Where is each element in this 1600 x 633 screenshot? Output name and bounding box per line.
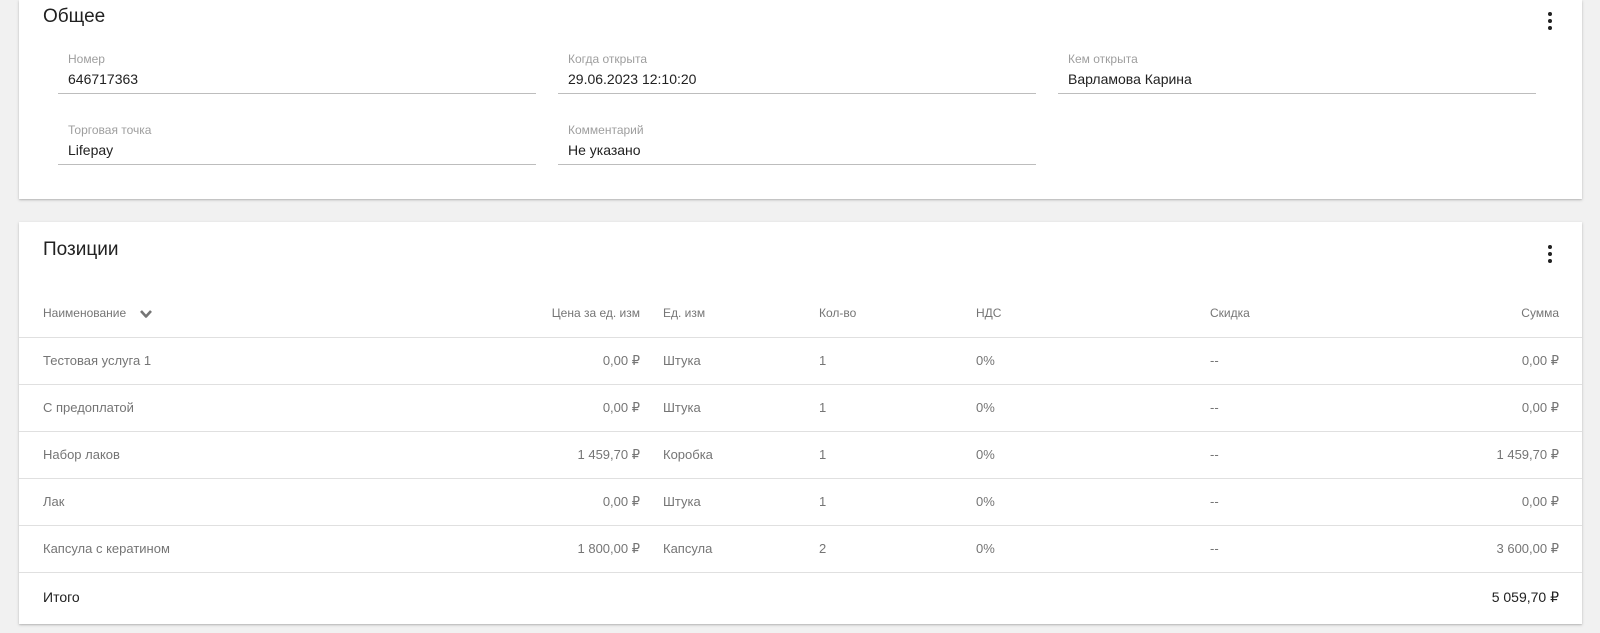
- cell-vat: 0%: [976, 478, 1210, 526]
- cell-discount: --: [1210, 478, 1410, 526]
- positions-table: Наименование Цена за ед. изм Ед. изм Кол…: [19, 290, 1582, 622]
- total-value: 5 059,70 ₽: [1491, 588, 1559, 605]
- column-header-qty: Кол-во: [819, 290, 976, 338]
- column-header-unit: Ед. изм: [663, 290, 819, 338]
- cell-sum: 0,00 ₽: [1410, 384, 1582, 432]
- general-title: Общее: [43, 6, 106, 27]
- cell-vat: 0%: [976, 384, 1210, 432]
- column-header-vat: НДС: [976, 290, 1210, 338]
- total-label: Итого: [43, 589, 80, 606]
- cell-vat: 0%: [976, 431, 1210, 479]
- cell-sum: 1 459,70 ₽: [1410, 431, 1582, 479]
- column-header-price: Цена за ед. изм: [419, 290, 663, 338]
- table-header-row: Наименование Цена за ед. изм Ед. изм Кол…: [19, 290, 1582, 338]
- chevron-down-icon[interactable]: [139, 309, 152, 319]
- cell-sum: 0,00 ₽: [1410, 478, 1582, 526]
- cell-discount: --: [1210, 384, 1410, 432]
- comment-label: Комментарий: [568, 123, 644, 137]
- outlet-field[interactable]: Торговая точка Lifepay: [58, 123, 536, 165]
- cell-unit: Капсула: [663, 525, 819, 573]
- cell-qty: 1: [819, 384, 976, 432]
- cell-qty: 2: [819, 525, 976, 573]
- cell-unit: Штука: [663, 337, 819, 385]
- cell-discount: --: [1210, 337, 1410, 385]
- cell-qty: 1: [819, 478, 976, 526]
- cell-price: 1 800,00 ₽: [419, 525, 663, 573]
- cell-name: Капсула с кератином: [19, 525, 419, 573]
- positions-card: Позиции Наименование Цена за ед. изм Ед.…: [19, 222, 1582, 624]
- positions-title: Позиции: [43, 239, 119, 260]
- opened-at-value: 29.06.2023 12:10:20: [568, 71, 697, 87]
- cell-discount: --: [1210, 431, 1410, 479]
- table-row: Тестовая услуга 1 0,00 ₽ Штука 1 0% -- 0…: [19, 337, 1582, 385]
- positions-more-vert-icon[interactable]: [1538, 242, 1562, 266]
- column-header-discount: Скидка: [1210, 290, 1410, 338]
- cell-name: Набор лаков: [19, 431, 419, 479]
- opened-by-label: Кем открыта: [1068, 52, 1138, 66]
- cell-name: С предоплатой: [19, 384, 419, 432]
- cell-price: 0,00 ₽: [419, 478, 663, 526]
- cell-unit: Коробка: [663, 431, 819, 479]
- opened-by-field[interactable]: Кем открыта Варламова Карина: [1058, 52, 1536, 94]
- cell-vat: 0%: [976, 337, 1210, 385]
- cell-discount: --: [1210, 525, 1410, 573]
- comment-field[interactable]: Комментарий Не указано: [558, 123, 1036, 165]
- cell-vat: 0%: [976, 525, 1210, 573]
- outlet-label: Торговая точка: [68, 123, 152, 137]
- table-row: Набор лаков 1 459,70 ₽ Коробка 1 0% -- 1…: [19, 431, 1582, 479]
- cell-unit: Штука: [663, 478, 819, 526]
- number-field[interactable]: Номер 646717363: [58, 52, 536, 94]
- opened-by-value: Варламова Карина: [1068, 71, 1192, 87]
- number-label: Номер: [68, 52, 105, 66]
- column-header-sum: Сумма: [1410, 290, 1582, 338]
- total-row: Итого 5 059,70 ₽: [19, 572, 1582, 622]
- cell-name: Тестовая услуга 1: [19, 337, 419, 385]
- cell-price: 1 459,70 ₽: [419, 431, 663, 479]
- table-row: Лак 0,00 ₽ Штука 1 0% -- 0,00 ₽: [19, 478, 1582, 526]
- cell-unit: Штука: [663, 384, 819, 432]
- outlet-value: Lifepay: [68, 142, 114, 158]
- cell-qty: 1: [819, 431, 976, 479]
- cell-qty: 1: [819, 337, 976, 385]
- cell-price: 0,00 ₽: [419, 384, 663, 432]
- cell-sum: 3 600,00 ₽: [1410, 525, 1582, 573]
- cell-sum: 0,00 ₽: [1410, 337, 1582, 385]
- general-card: Общее Номер 646717363 Когда открыта 29.0…: [19, 0, 1582, 199]
- column-header-name[interactable]: Наименование: [19, 290, 419, 338]
- number-value: 646717363: [68, 71, 139, 87]
- table-row: С предоплатой 0,00 ₽ Штука 1 0% -- 0,00 …: [19, 384, 1582, 432]
- comment-value: Не указано: [568, 142, 641, 158]
- opened-at-field[interactable]: Когда открыта 29.06.2023 12:10:20: [558, 52, 1036, 94]
- cell-price: 0,00 ₽: [419, 337, 663, 385]
- general-more-vert-icon[interactable]: [1538, 9, 1562, 33]
- column-header-name-label: Наименование: [43, 306, 127, 321]
- table-row: Капсула с кератином 1 800,00 ₽ Капсула 2…: [19, 525, 1582, 573]
- cell-name: Лак: [19, 478, 419, 526]
- opened-at-label: Когда открыта: [568, 52, 648, 66]
